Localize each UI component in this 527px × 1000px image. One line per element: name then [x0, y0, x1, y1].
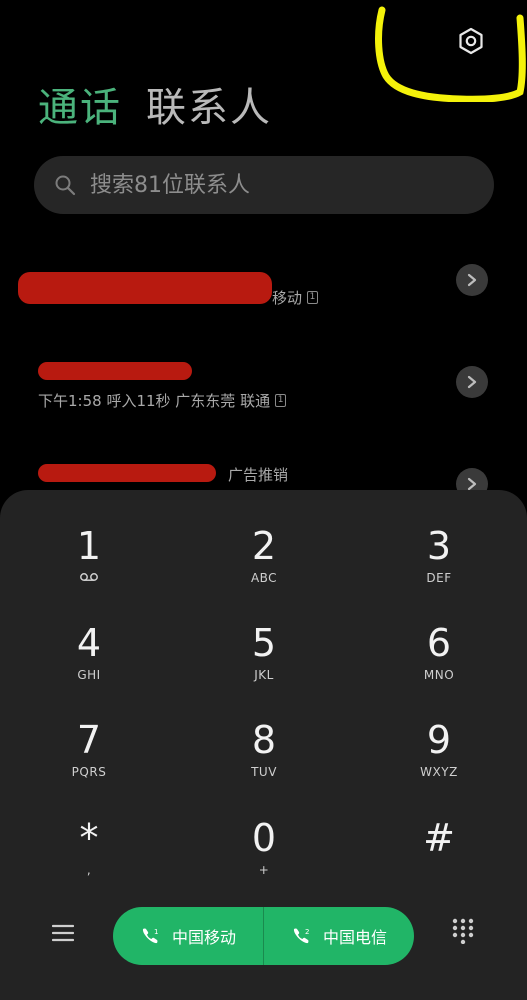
- voicemail-icon: [80, 573, 98, 581]
- header-tabs: 通话 联系人: [38, 84, 272, 132]
- chevron-right-icon: [467, 375, 477, 389]
- menu-button[interactable]: [48, 918, 78, 948]
- redacted-contact: [18, 272, 272, 304]
- gear-hexagon-icon: [459, 27, 483, 55]
- dialpad-key-5[interactable]: 5 JKL: [199, 621, 329, 709]
- key-letters: MNO: [423, 668, 455, 682]
- sim-number: 2: [305, 928, 309, 936]
- call-sim2-label: 中国电信: [322, 928, 387, 947]
- phone-sim1-icon: 1: [142, 928, 158, 944]
- highlight-annotation: [375, 6, 526, 102]
- call-detail-text: 下午1:58 呼入11秒 广东东莞 联通: [38, 392, 271, 410]
- sim-indicator: 1: [307, 291, 319, 304]
- call-sim2-button[interactable]: 2 中国电信: [264, 907, 414, 965]
- key-letters: PQRS: [71, 765, 107, 779]
- key-letters: ,: [86, 863, 92, 877]
- dialpad-key-7[interactable]: 7 PQRS: [24, 718, 154, 806]
- settings-button[interactable]: [452, 22, 490, 60]
- key-digit: 4: [76, 621, 102, 665]
- tab-contacts[interactable]: 联系人: [146, 84, 272, 132]
- key-letters: +: [258, 863, 270, 877]
- phone-sim2-icon: 2: [293, 928, 309, 944]
- call-detail-button[interactable]: [456, 366, 488, 398]
- key-letters: WXYZ: [420, 765, 458, 779]
- key-letters: DEF: [426, 571, 452, 585]
- key-digit: 0: [251, 816, 277, 860]
- search-bar[interactable]: [34, 156, 494, 214]
- dialpad-key-1[interactable]: 1: [24, 524, 154, 612]
- chevron-right-icon: [467, 477, 477, 491]
- menu-icon: [52, 924, 74, 942]
- call-detail: 下午1:58 呼入11秒 广东东莞 联通 1: [38, 390, 287, 411]
- dialpad: 1 2 ABC 3 DEF 4 GHI 5 JKL 6 MNO 7 PQRS 8…: [0, 490, 527, 1000]
- dialpad-key-hash[interactable]: #: [374, 816, 504, 904]
- call-detail-text: 移动: [272, 289, 303, 307]
- dialpad-key-3[interactable]: 3 DEF: [374, 524, 504, 612]
- dialpad-key-9[interactable]: 9 WXYZ: [374, 718, 504, 806]
- redacted-number: [38, 362, 192, 380]
- sim-indicator: 1: [275, 394, 287, 407]
- call-detail: 移动 1: [272, 287, 319, 308]
- key-digit: 6: [426, 621, 452, 665]
- dialpad-toggle-button[interactable]: [452, 918, 478, 948]
- dialpad-key-0[interactable]: 0 +: [199, 816, 329, 904]
- call-detail-button[interactable]: [456, 264, 488, 296]
- key-digit: 8: [251, 718, 277, 762]
- key-digit: 5: [251, 621, 277, 665]
- call-detail-text: 广告推销: [228, 466, 289, 484]
- redacted-number: [38, 464, 216, 482]
- dialpad-key-8[interactable]: 8 TUV: [199, 718, 329, 806]
- call-buttons: 1 中国移动 2 中国电信: [113, 907, 414, 965]
- key-digit: 7: [76, 718, 102, 762]
- key-letters: GHI: [77, 668, 101, 682]
- call-detail: 广告推销: [228, 464, 288, 485]
- key-digit: 2: [251, 524, 277, 568]
- key-digit: 9: [426, 718, 452, 762]
- key-digit: #: [423, 816, 455, 860]
- search-icon: [55, 175, 76, 196]
- call-log-item[interactable]: 下午1:58 呼入11秒 广东东莞 联通 1: [0, 350, 527, 446]
- tab-calls[interactable]: 通话: [38, 84, 122, 132]
- key-digit: 3: [426, 524, 452, 568]
- call-sim1-button[interactable]: 1 中国移动: [113, 907, 263, 965]
- key-digit: 1: [76, 524, 102, 568]
- dialpad-key-2[interactable]: 2 ABC: [199, 524, 329, 612]
- call-sim1-label: 中国移动: [171, 928, 236, 947]
- call-log-item[interactable]: 移动 1: [0, 250, 527, 346]
- dialpad-key-star[interactable]: * ,: [24, 816, 154, 904]
- keypad-icon: [452, 918, 474, 945]
- chevron-right-icon: [467, 273, 477, 287]
- search-input[interactable]: [90, 172, 450, 198]
- key-letters: TUV: [251, 765, 277, 779]
- dialpad-key-6[interactable]: 6 MNO: [374, 621, 504, 709]
- key-digit: *: [79, 816, 99, 860]
- key-letters: ABC: [250, 571, 278, 585]
- key-letters: JKL: [254, 668, 274, 682]
- sim-number: 1: [154, 928, 158, 936]
- dialpad-key-4[interactable]: 4 GHI: [24, 621, 154, 709]
